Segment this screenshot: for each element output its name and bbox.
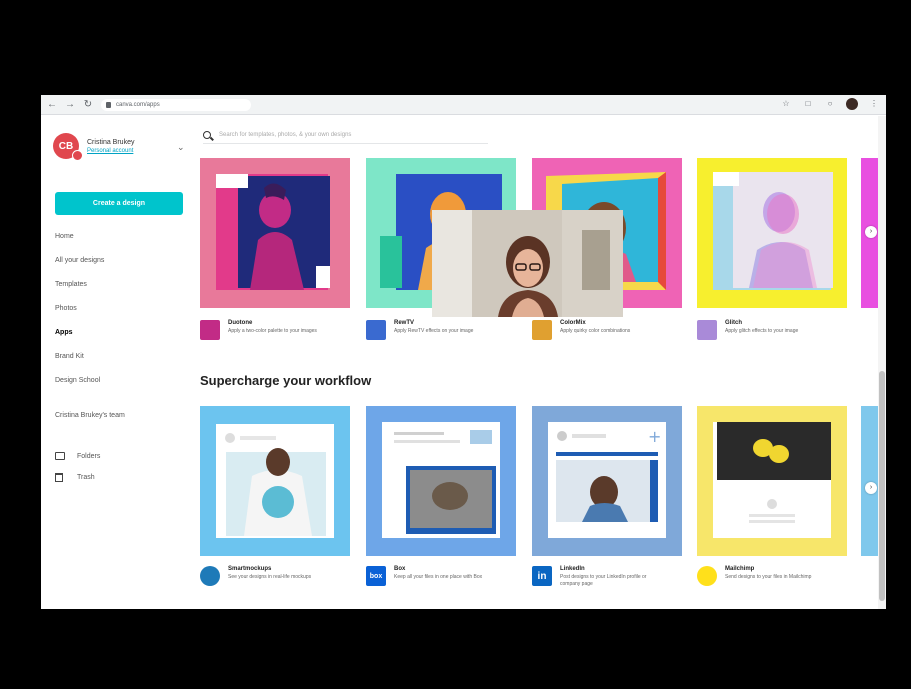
sidebar-item-trash[interactable]: Trash	[55, 473, 95, 482]
app-name: Glitch	[725, 320, 743, 326]
video-frame: ← → ↻ canva.com/apps ☆ □ ○ ⋮ CB Cristina…	[0, 0, 911, 689]
sidebar-item-home[interactable]: Home	[55, 231, 104, 255]
account-name: Cristina Brukey	[87, 138, 135, 146]
app-tile-box[interactable]	[366, 406, 516, 556]
smartmockups-preview-image	[200, 406, 350, 556]
app-description: Apply a two-color palette to your images	[228, 328, 317, 334]
search-placeholder: Search for templates, photos, & your own…	[219, 131, 352, 138]
menu-dots-icon[interactable]: ⋮	[868, 98, 880, 110]
app-info-mailchimp[interactable]: Mailchimp Send designs to your files in …	[697, 566, 820, 586]
scrollbar[interactable]	[878, 116, 886, 609]
smartmockups-logo-icon	[200, 566, 220, 586]
app-description: Apply RewTV effects on your image	[394, 328, 474, 334]
app-tile-mailchimp[interactable]	[697, 406, 847, 556]
app-description: Post designs to your LinkedIn profile or…	[560, 574, 647, 587]
webcam-overlay	[432, 210, 623, 317]
search-icon	[203, 130, 211, 139]
sidebar-item-folders[interactable]: Folders	[55, 452, 100, 460]
glitch-thumbnail	[697, 320, 717, 340]
sidebar-item-templates[interactable]: Templates	[55, 279, 104, 303]
trash-icon	[55, 473, 63, 482]
chevron-right-icon[interactable]: ›	[865, 226, 877, 238]
star-icon[interactable]: ☆	[780, 98, 792, 110]
app-tile-glitch[interactable]	[697, 158, 847, 308]
app-info-linkedin[interactable]: in LinkedIn Post designs to your LinkedI…	[532, 566, 655, 588]
avatar: CB	[53, 133, 83, 161]
duotone-thumbnail	[200, 320, 220, 340]
trash-label: Trash	[77, 474, 95, 481]
app-name: Smartmockups	[228, 566, 272, 572]
back-icon[interactable]: ←	[45, 98, 59, 112]
sidebar: CB Cristina Brukey Personal account ⌄ Cr…	[41, 116, 191, 609]
app-name: Box	[394, 566, 406, 572]
mailchimp-preview-image	[697, 406, 847, 556]
extension-icon[interactable]: □	[802, 98, 814, 110]
section-title: Supercharge your workflow	[200, 373, 372, 388]
create-design-button[interactable]: Create a design	[55, 192, 183, 215]
sidebar-nav: Home All your designs Templates Photos A…	[55, 231, 104, 399]
app-tile-duotone[interactable]	[200, 158, 350, 308]
app-tile-linkedin[interactable]: +	[532, 406, 682, 556]
extension-icon-2[interactable]: ○	[824, 98, 836, 110]
app-name: ColorMix	[560, 320, 586, 326]
sidebar-item-design-school[interactable]: Design School	[55, 375, 104, 399]
chevron-right-icon[interactable]: ›	[865, 482, 877, 494]
duotone-preview-image	[200, 158, 350, 308]
rewtv-thumbnail	[366, 320, 386, 340]
folders-label: Folders	[77, 452, 101, 460]
avatar-initials: CB	[58, 140, 74, 152]
glitch-preview-image	[697, 158, 847, 308]
url-text: canva.com/apps	[116, 101, 160, 108]
address-bar[interactable]: canva.com/apps	[101, 98, 251, 111]
presenter-video-image	[432, 210, 623, 317]
app-info-rewtv[interactable]: RewTV Apply RewTV effects on your image	[366, 320, 489, 340]
app-description: Apply glitch effects to your image	[725, 328, 799, 334]
browser-window: ← → ↻ canva.com/apps ☆ □ ○ ⋮ CB Cristina…	[41, 95, 886, 609]
colormix-thumbnail	[532, 320, 552, 340]
forward-icon[interactable]: →	[63, 98, 77, 112]
box-logo-icon: box	[366, 566, 386, 586]
app-name: Duotone	[228, 320, 253, 326]
chevron-down-icon[interactable]: ⌄	[177, 142, 185, 153]
sidebar-item-photos[interactable]: Photos	[55, 303, 104, 327]
app-description: Apply quirky color combinations	[560, 328, 631, 334]
app-info-box[interactable]: box Box Keep all your files in one place…	[366, 566, 489, 586]
app-info-smartmockups[interactable]: Smartmockups See your designs in real-li…	[200, 566, 323, 586]
scrollbar-thumb[interactable]	[879, 371, 885, 601]
app-name: LinkedIn	[560, 566, 585, 572]
account-switcher[interactable]: CB Cristina Brukey Personal account	[53, 133, 135, 161]
app-description: See your designs in real-life mockups	[228, 574, 312, 580]
app-info-duotone[interactable]: Duotone Apply a two-color palette to you…	[200, 320, 323, 340]
app-name: Mailchimp	[725, 566, 755, 572]
linkedin-logo-icon: in	[532, 566, 552, 586]
search-input[interactable]: Search for templates, photos, & your own…	[203, 126, 488, 144]
sidebar-item-all-designs[interactable]: All your designs	[55, 255, 104, 279]
app-info-colormix[interactable]: ColorMix Apply quirky color combinations	[532, 320, 655, 340]
mailchimp-logo-icon	[697, 566, 717, 586]
browser-toolbar: ← → ↻ canva.com/apps ☆ □ ○ ⋮	[41, 95, 886, 115]
account-link[interactable]: Personal account	[87, 148, 134, 154]
app-info-glitch[interactable]: Glitch Apply glitch effects to your imag…	[697, 320, 820, 340]
profile-avatar-icon[interactable]	[846, 98, 858, 110]
reload-icon[interactable]: ↻	[81, 98, 95, 112]
app-description: Keep all your files in one place with Bo…	[394, 574, 483, 580]
browser-actions: ☆ □ ○ ⋮	[780, 98, 880, 110]
app-tile-smartmockups[interactable]	[200, 406, 350, 556]
box-preview-image	[366, 406, 516, 556]
app-name: RewTV	[394, 320, 415, 326]
svg-text:+: +	[648, 427, 661, 446]
sidebar-item-brand-kit[interactable]: Brand Kit	[55, 351, 104, 375]
sidebar-item-apps[interactable]: Apps	[55, 327, 104, 351]
main-content: Search for templates, photos, & your own…	[191, 116, 886, 609]
linkedin-preview-image: +	[532, 406, 682, 556]
folder-icon	[55, 452, 65, 460]
lock-icon	[106, 101, 111, 108]
team-badge-icon	[72, 150, 83, 161]
app-description: Send designs to your files in Mailchimp	[725, 574, 812, 580]
sidebar-item-team[interactable]: Cristina Brukey's team	[55, 412, 125, 419]
